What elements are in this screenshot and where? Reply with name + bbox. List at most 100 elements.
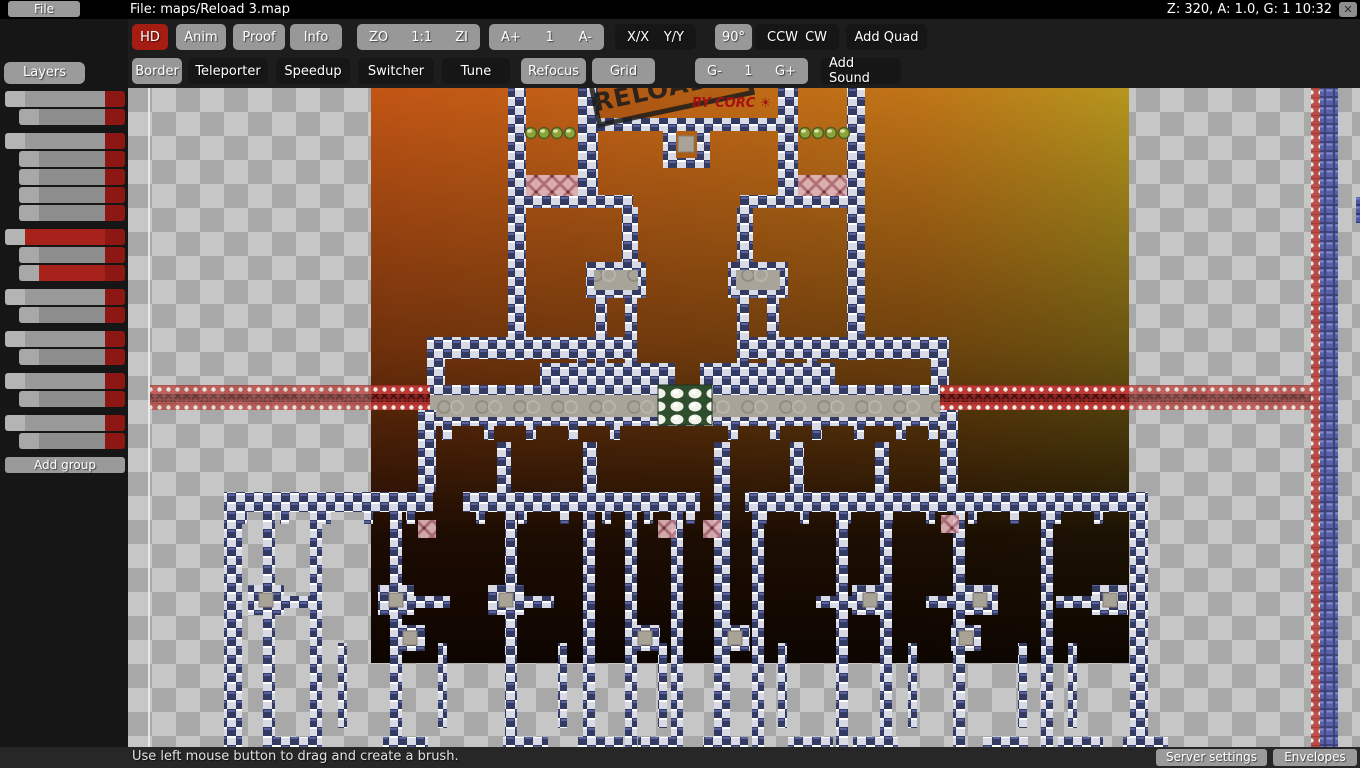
toolbar-button-g[interactable]: G+ bbox=[775, 64, 796, 79]
layer-row-tiles-8 bbox=[19, 247, 125, 263]
toolbar-group-x-x-y-y: X/X Y/Y bbox=[615, 24, 696, 50]
toolbar-button-grid[interactable]: Grid bbox=[592, 58, 655, 84]
toolbar-button-y-y[interactable]: Y/Y bbox=[664, 30, 684, 45]
toolbar-button-refocus[interactable]: Refocus bbox=[521, 58, 586, 84]
layer-solo-button[interactable] bbox=[105, 151, 125, 167]
toolbar-button-proof[interactable]: Proof bbox=[233, 24, 285, 50]
toolbar-button-add-quad[interactable]: Add Quad bbox=[846, 24, 927, 50]
server-settings-button[interactable]: Server settings bbox=[1156, 749, 1267, 766]
add-group-button[interactable]: Add group bbox=[5, 457, 125, 473]
layer-visibility-toggle[interactable] bbox=[19, 151, 39, 167]
layer-solo-button[interactable] bbox=[105, 133, 125, 149]
layer-solo-button[interactable] bbox=[105, 187, 125, 203]
toolbar-button-x-x[interactable]: X/X bbox=[627, 30, 649, 45]
layer-solo-button[interactable] bbox=[105, 229, 125, 245]
layer-visibility-toggle[interactable] bbox=[19, 265, 39, 281]
layer-group-label[interactable] bbox=[25, 91, 105, 107]
layer-visibility-toggle[interactable] bbox=[5, 331, 25, 347]
layer-solo-button[interactable] bbox=[105, 109, 125, 125]
toolbar-button-border[interactable]: Border bbox=[132, 58, 182, 84]
layer-solo-button[interactable] bbox=[105, 91, 125, 107]
toolbar-button-info[interactable]: Info bbox=[290, 24, 342, 50]
layer-solo-button[interactable] bbox=[105, 289, 125, 305]
layer-visibility-toggle[interactable] bbox=[19, 391, 39, 407]
layer-solo-button[interactable] bbox=[105, 433, 125, 449]
layer-visibility-toggle[interactable] bbox=[5, 91, 25, 107]
layer-row-tiles-11 bbox=[19, 307, 125, 323]
layer-row-speedup-5 bbox=[19, 187, 125, 203]
layer-visibility-toggle[interactable] bbox=[19, 109, 39, 125]
layer-group-label[interactable] bbox=[25, 289, 105, 305]
toolbar-button-cw[interactable]: CW bbox=[805, 30, 827, 45]
layer-solo-button[interactable] bbox=[105, 169, 125, 185]
layers-header-button[interactable]: Layers bbox=[4, 62, 85, 84]
layer-solo-button[interactable] bbox=[105, 391, 125, 407]
armor-pickup-icon bbox=[539, 128, 550, 139]
armor-pickup-icon bbox=[800, 128, 811, 139]
layer-visibility-toggle[interactable] bbox=[19, 187, 39, 203]
toolbar-button-a[interactable]: A- bbox=[579, 30, 592, 45]
toolbar-button-switcher[interactable]: Switcher bbox=[358, 58, 434, 84]
layer-group-label[interactable] bbox=[25, 331, 105, 347]
map-drawing-surface[interactable]: RELOADEDBY CORC ☀ bbox=[128, 88, 1360, 747]
toolbar-button-speedup[interactable]: Speedup bbox=[276, 58, 350, 84]
layer-visibility-toggle[interactable] bbox=[19, 205, 39, 221]
layer-label[interactable] bbox=[39, 307, 105, 323]
layer-visibility-toggle[interactable] bbox=[5, 415, 25, 431]
layer-solo-button[interactable] bbox=[105, 307, 125, 323]
layer-solo-button[interactable] bbox=[105, 205, 125, 221]
toolbar-button-tune[interactable]: Tune bbox=[442, 58, 510, 84]
layer-label[interactable] bbox=[39, 247, 105, 263]
toolbar-button-g[interactable]: G- bbox=[707, 64, 722, 79]
toolbar-button-1[interactable]: 1 bbox=[546, 30, 554, 45]
layer-label[interactable] bbox=[39, 187, 105, 203]
layer-visibility-toggle[interactable] bbox=[19, 433, 39, 449]
file-menu-button[interactable]: File bbox=[8, 1, 80, 17]
layer-label[interactable] bbox=[39, 169, 105, 185]
zoom-anim-grid-info: Z: 320, A: 1.0, G: 1 10:32 bbox=[1167, 1, 1332, 18]
layer-solo-button[interactable] bbox=[105, 331, 125, 347]
layer-visibility-toggle[interactable] bbox=[19, 247, 39, 263]
toolbar-button-1-1[interactable]: 1:1 bbox=[411, 30, 432, 45]
layer-solo-button[interactable] bbox=[105, 247, 125, 263]
layer-visibility-toggle[interactable] bbox=[5, 229, 25, 245]
layer-row-front-4 bbox=[19, 169, 125, 185]
layer-label[interactable] bbox=[39, 391, 105, 407]
layer-visibility-toggle[interactable] bbox=[5, 373, 25, 389]
toolbar-button-90[interactable]: 90° bbox=[715, 24, 752, 50]
layer-label[interactable] bbox=[39, 349, 105, 365]
layer-label[interactable] bbox=[39, 433, 105, 449]
toolbar-button-hd[interactable]: HD bbox=[132, 24, 168, 50]
layer-visibility-toggle[interactable] bbox=[5, 289, 25, 305]
toolbar-button-add-sound[interactable]: Add Sound bbox=[821, 58, 901, 84]
layer-label[interactable] bbox=[39, 205, 105, 221]
toolbar-button-a[interactable]: A+ bbox=[501, 30, 521, 45]
layer-visibility-toggle[interactable] bbox=[19, 349, 39, 365]
envelopes-button[interactable]: Envelopes bbox=[1273, 749, 1357, 766]
toolbar-button-teleporter[interactable]: Teleporter bbox=[188, 58, 268, 84]
toolbar-button-ccw[interactable]: CCW bbox=[767, 30, 798, 45]
layer-visibility-toggle[interactable] bbox=[19, 307, 39, 323]
layer-solo-button[interactable] bbox=[105, 373, 125, 389]
layer-group-label[interactable] bbox=[25, 229, 105, 245]
layer-label[interactable] bbox=[39, 265, 105, 281]
layer-row-quads-1 bbox=[19, 109, 125, 125]
layer-label[interactable] bbox=[39, 151, 105, 167]
layer-group-label[interactable] bbox=[25, 373, 105, 389]
toolbar-button-anim[interactable]: Anim bbox=[176, 24, 226, 50]
toolbar-button-1[interactable]: 1 bbox=[744, 64, 752, 79]
close-icon[interactable]: ✕ bbox=[1339, 2, 1357, 17]
layer-visibility-toggle[interactable] bbox=[5, 133, 25, 149]
map-canvas[interactable]: RELOADEDBY CORC ☀ bbox=[128, 88, 1360, 747]
layer-visibility-toggle[interactable] bbox=[19, 169, 39, 185]
layer-solo-button[interactable] bbox=[105, 415, 125, 431]
layer-solo-button[interactable] bbox=[105, 349, 125, 365]
toolbar-button-zo[interactable]: ZO bbox=[369, 30, 388, 45]
layers-panel: Layers Add group bbox=[0, 19, 128, 747]
layer-label[interactable] bbox=[39, 109, 105, 125]
layer-solo-button[interactable] bbox=[105, 265, 125, 281]
layer-group-label[interactable] bbox=[25, 133, 105, 149]
toolbar-button-zi[interactable]: ZI bbox=[455, 30, 468, 45]
layer-group-label[interactable] bbox=[25, 415, 105, 431]
layer-row-2-7 bbox=[5, 229, 125, 245]
